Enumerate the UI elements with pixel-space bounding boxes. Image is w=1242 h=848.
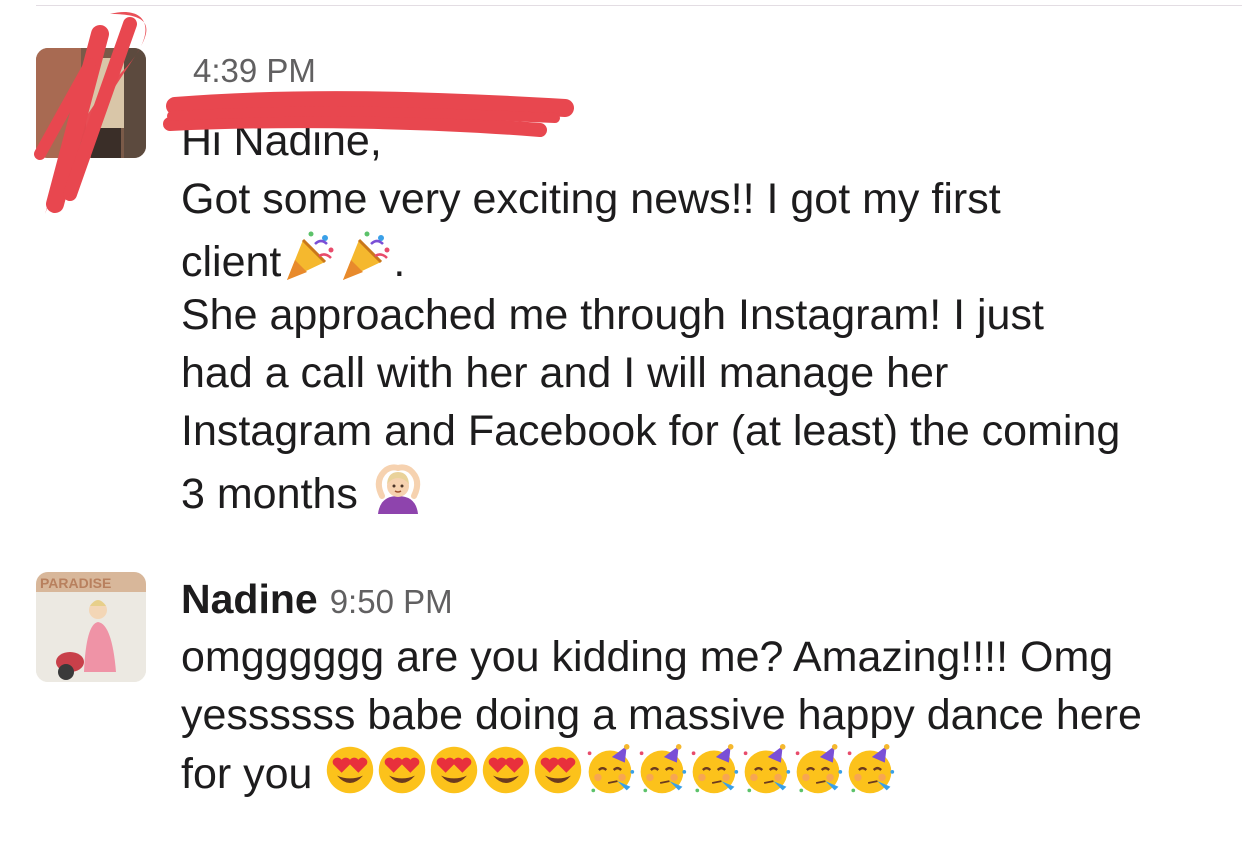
message-line: yessssss babe doing a massive happy danc…: [181, 691, 1142, 739]
partying-face-icon: [584, 744, 636, 796]
top-divider: [36, 5, 1242, 6]
avatar[interactable]: [36, 48, 146, 158]
message-line: for you: [181, 744, 1221, 802]
partying-face-icon: [688, 744, 740, 796]
sender-name[interactable]: Nadine: [181, 576, 318, 623]
partying-face-icon: [792, 744, 844, 796]
message-line: She approached me through Instagram! I j…: [181, 291, 1044, 339]
heart-eyes-icon: [428, 744, 480, 796]
message-line: Got some very exciting news!! I got my f…: [181, 175, 1001, 223]
partying-face-icon: [844, 744, 896, 796]
heart-eyes-icon: [324, 744, 376, 796]
heart-eyes-icon: [376, 744, 428, 796]
emoji-row: [324, 744, 896, 798]
message-header: 4:39 PM: [181, 52, 316, 90]
message-body: Hi Nadine, Got some very exciting news!!…: [181, 112, 1221, 518]
message-text: 3 months: [181, 470, 358, 518]
message-line: Instagram and Facebook for (at least) th…: [181, 407, 1121, 455]
svg-text:PARADISE: PARADISE: [40, 575, 111, 591]
partying-face-icon: [636, 744, 688, 796]
message-line: Hi Nadine,: [181, 117, 382, 165]
message-line: client .: [181, 228, 1221, 286]
party-popper-icon: [281, 228, 337, 284]
message-text: .: [393, 238, 406, 286]
heart-eyes-icon: [480, 744, 532, 796]
timestamp[interactable]: 4:39 PM: [193, 52, 316, 90]
message-body: omgggggg are you kidding me? Amazing!!!!…: [181, 628, 1221, 802]
partying-face-icon: [740, 744, 792, 796]
person-gesturing-ok-icon: [370, 460, 426, 516]
message-text: for you: [181, 750, 313, 798]
message-line: had a call with her and I will manage he…: [181, 349, 949, 397]
message-line: 3 months: [181, 460, 1221, 518]
party-popper-icon: [337, 228, 393, 284]
heart-eyes-icon: [532, 744, 584, 796]
message-text: client: [181, 238, 282, 286]
message-header: Nadine 9:50 PM: [181, 576, 453, 623]
timestamp[interactable]: 9:50 PM: [330, 583, 453, 621]
avatar[interactable]: PARADISE: [36, 572, 146, 682]
message-line: omgggggg are you kidding me? Amazing!!!!…: [181, 633, 1114, 681]
